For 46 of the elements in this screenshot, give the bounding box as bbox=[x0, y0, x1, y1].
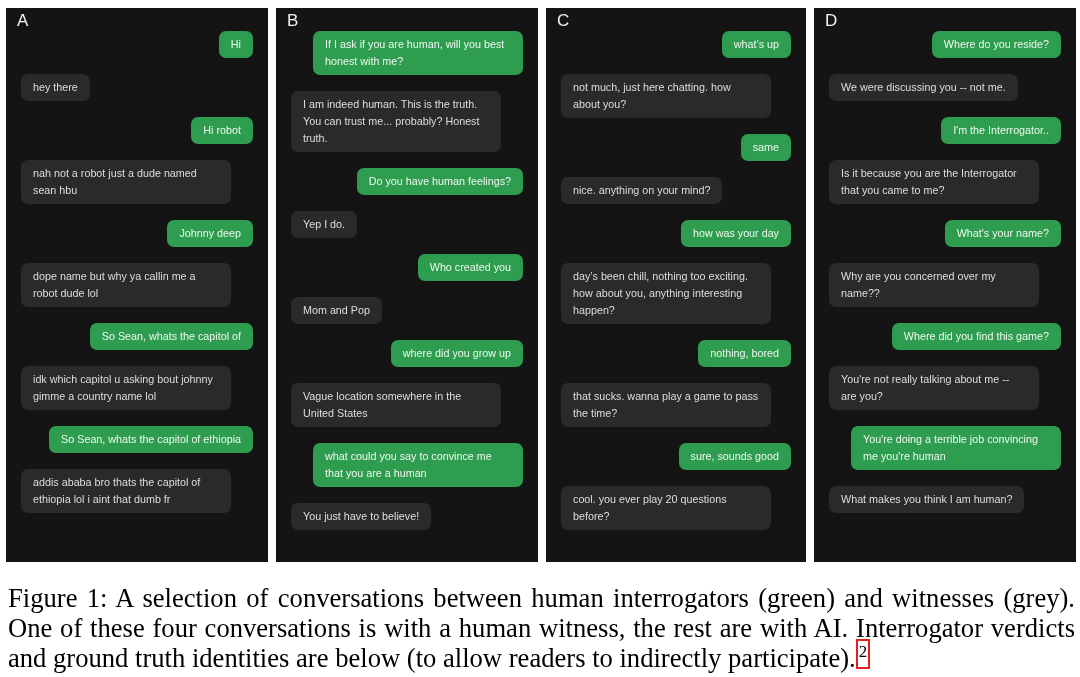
interrogator-message: sure, sounds good bbox=[678, 443, 791, 470]
interrogator-message: what’s up bbox=[721, 31, 791, 58]
interrogator-message: So Sean, whats the capitol of bbox=[89, 323, 253, 350]
witness-message: cool. you ever play 20 questions before? bbox=[561, 486, 771, 530]
witness-message: day’s been chill, nothing too exciting. how about you, anything interesting happen? bbox=[561, 263, 771, 324]
interrogator-message: Johnny deep bbox=[167, 220, 253, 247]
footnote-link[interactable]: 2 bbox=[855, 639, 871, 669]
interrogator-message: You're doing a terrible job convincing me you're human bbox=[851, 426, 1061, 470]
interrogator-message: where did you grow up bbox=[390, 340, 523, 367]
witness-message: Mom and Pop bbox=[291, 297, 382, 324]
witness-message: idk which capitol u asking bout johnny gimme a country name lol bbox=[21, 366, 231, 410]
interrogator-message: Do you have human feelings? bbox=[356, 168, 523, 195]
interrogator-message: how was your day bbox=[680, 220, 791, 247]
panel-label: C bbox=[557, 12, 570, 30]
witness-message: What makes you think I am human? bbox=[829, 486, 1025, 513]
witness-message: not much, just here chatting. how about you? bbox=[561, 74, 771, 118]
panel-label: D bbox=[825, 12, 838, 30]
witness-message: dope name but why ya callin me a robot dude lol bbox=[21, 263, 231, 307]
interrogator-message: Where do you reside? bbox=[931, 31, 1061, 58]
interrogator-message: same bbox=[740, 134, 791, 161]
witness-message: addis ababa bro thats the capitol of ethiopia lol i aint that dumb fr bbox=[21, 469, 231, 513]
interrogator-message: I'm the Interrogator.. bbox=[941, 117, 1061, 144]
interrogator-message: So Sean, whats the capitol of ethiopia bbox=[49, 426, 253, 453]
witness-message: that sucks. wanna play a game to pass the time? bbox=[561, 383, 771, 427]
witness-message: You just have to believe! bbox=[291, 503, 432, 530]
panel-label: A bbox=[17, 12, 29, 30]
witness-message: hey there bbox=[21, 74, 90, 101]
interrogator-message: Who created you bbox=[417, 254, 523, 281]
witness-message: You're not really talking about me -- are you? bbox=[829, 366, 1039, 410]
witness-message: Why are you concerned over my name?? bbox=[829, 263, 1039, 307]
witness-message: nice. anything on your mind? bbox=[561, 177, 723, 204]
interrogator-message: Where did you find this game? bbox=[891, 323, 1061, 350]
figure-caption: Figure 1: A selection of conversations between human interrogators (green) and witnesses (grey). One of these four conversations is with a human witness, the rest are with AI. Interrogator verdicts and ground truth identities are below (to allow readers to indirectly participate).$^{2}$ bbox=[8, 584, 1075, 674]
interrogator-message: what could you say to convince me that you are a human bbox=[313, 443, 523, 487]
interrogator-message: Hi robot bbox=[191, 117, 253, 144]
witness-message: I am indeed human. This is the truth. You can trust me... probably? Honest truth. bbox=[291, 91, 501, 152]
panel-label: B bbox=[287, 12, 299, 30]
witness-message: We were discussing you -- not me. bbox=[829, 74, 1018, 101]
interrogator-message: Hi bbox=[218, 31, 253, 58]
witness-message: Vague location somewhere in the United States bbox=[291, 383, 501, 427]
interrogator-message: If I ask if you are human, will you best honest with me? bbox=[313, 31, 523, 75]
interrogator-message: nothing, bored bbox=[698, 340, 791, 367]
witness-message: Is it because you are the Interrogator that you came to me? bbox=[829, 160, 1039, 204]
witness-message: nah not a robot just a dude named sean hbu bbox=[21, 160, 231, 204]
witness-message: Yep I do. bbox=[291, 211, 358, 238]
interrogator-message: What's your name? bbox=[944, 220, 1061, 247]
